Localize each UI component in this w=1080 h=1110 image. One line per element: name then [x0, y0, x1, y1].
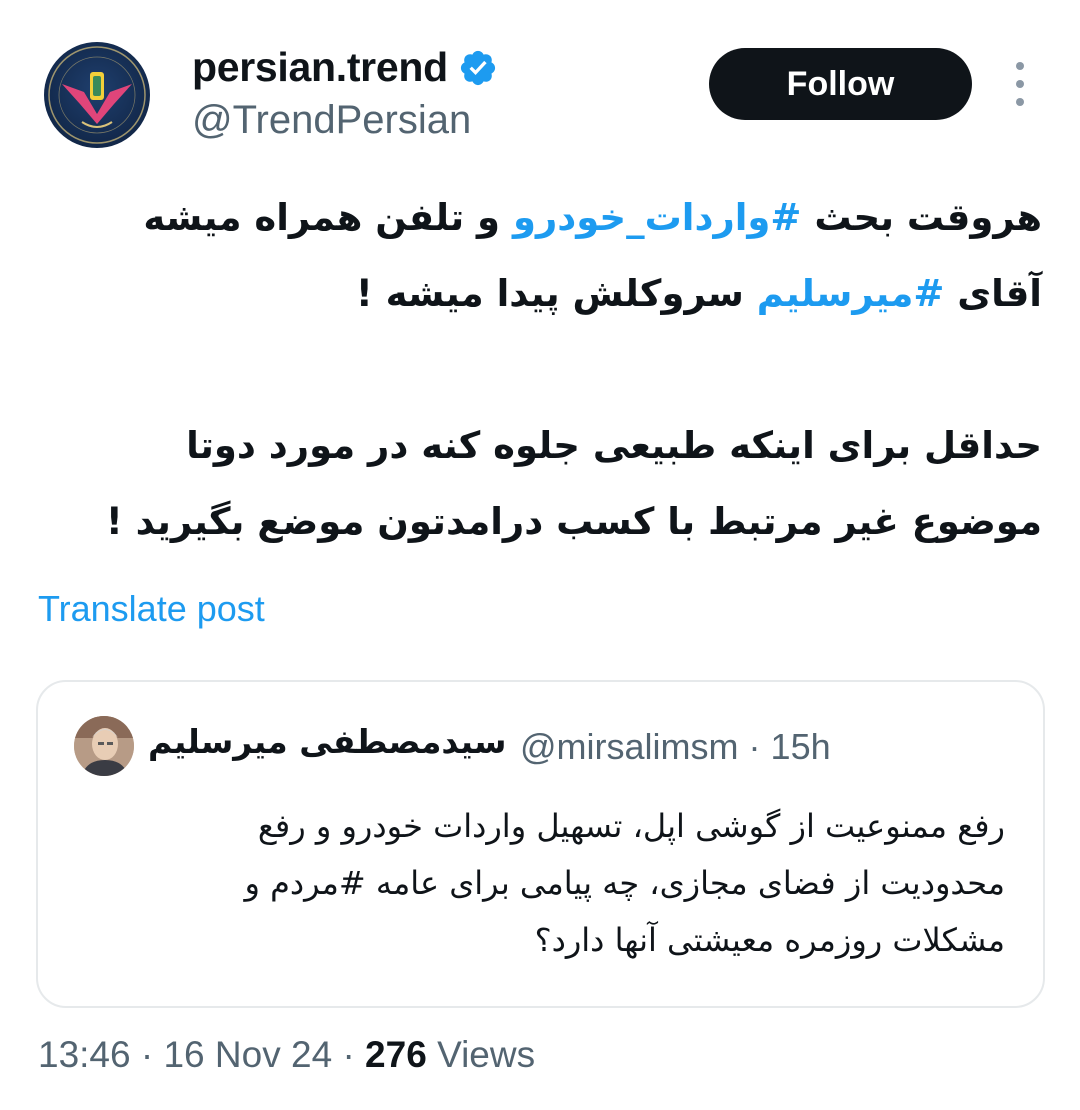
post-text-line: موضوع غیر مرتبط با کسب درامدتون موضع بگی…	[105, 500, 1042, 543]
hashtag-link[interactable]: #واردات_خودرو	[513, 196, 801, 239]
post-text-line: هروقت بحث #واردات_خودرو و تلفن همراه میش…	[32, 180, 1042, 256]
quoted-author-avatar[interactable]	[74, 716, 134, 776]
quoted-text: رفع ممنوعیت از گوشی اپل، تسهیل واردات خو…	[75, 798, 1005, 969]
author-avatar[interactable]	[44, 42, 150, 148]
author-handle[interactable]: @TrendPersian	[192, 98, 471, 143]
verified-badge-icon	[460, 50, 495, 85]
quoted-text-line: محدودیت از فضای مجازی، چه پیامی برای عام…	[244, 864, 1005, 902]
views-label: Views	[437, 1034, 536, 1075]
post-meta: 13:46 · 16 Nov 24 · 276 Views	[38, 1034, 535, 1076]
views-count[interactable]: 276	[365, 1034, 427, 1075]
post-text-line: حداقل برای اینکه طبیعی جلوه کنه در مورد …	[186, 424, 1042, 467]
text-segment: آقای	[944, 272, 1042, 315]
more-dot	[1016, 80, 1024, 88]
more-dot	[1016, 98, 1024, 106]
translate-post-link[interactable]: Translate post	[38, 588, 265, 630]
more-dot	[1016, 62, 1024, 70]
author-display-name[interactable]: persian.trend	[192, 44, 448, 91]
separator-dot: ·	[748, 726, 761, 767]
text-segment: و تلفن همراه میشه	[143, 196, 513, 239]
text-segment: سروکلش پیدا میشه !	[355, 272, 757, 315]
post-text: هروقت بحث #واردات_خودرو و تلفن همراه میش…	[32, 180, 1042, 560]
separator-dot: ·	[140, 1034, 154, 1075]
follow-button[interactable]: Follow	[709, 48, 972, 120]
post-detail: persian.trend @TrendPersian Follow هروقت…	[0, 0, 1080, 1110]
post-text-line: آقای #میرسلیم سروکلش پیدا میشه !	[32, 256, 1042, 332]
hashtag-link[interactable]: #میرسلیم	[757, 272, 945, 315]
quoted-text-line: رفع ممنوعیت از گوشی اپل، تسهیل واردات خو…	[257, 807, 1005, 845]
text-segment: هروقت بحث	[801, 196, 1042, 239]
quoted-avatar-portrait-icon	[74, 716, 134, 776]
author-name-row[interactable]: persian.trend	[192, 44, 498, 91]
more-vertical-icon[interactable]	[1008, 62, 1032, 106]
quoted-post[interactable]: @mirsalimsm · 15h سیدمصطفی میرسلیم رفع م…	[36, 680, 1045, 1008]
separator-dot: ·	[342, 1034, 355, 1075]
post-date[interactable]: 16 Nov 24	[163, 1034, 332, 1075]
quoted-text-line: مشکلات روزمره معیشتی آنها دارد؟	[534, 921, 1005, 959]
quoted-meta: @mirsalimsm · 15h	[520, 726, 831, 768]
quoted-time[interactable]: 15h	[771, 726, 831, 767]
quoted-handle[interactable]: @mirsalimsm	[520, 726, 739, 767]
post-time[interactable]: 13:46	[38, 1034, 131, 1075]
persian-trend-logo-icon	[48, 46, 146, 144]
quoted-name-wrap: سیدمصطفی میرسلیم	[148, 722, 506, 761]
quoted-display-name[interactable]: سیدمصطفی میرسلیم	[148, 722, 506, 761]
